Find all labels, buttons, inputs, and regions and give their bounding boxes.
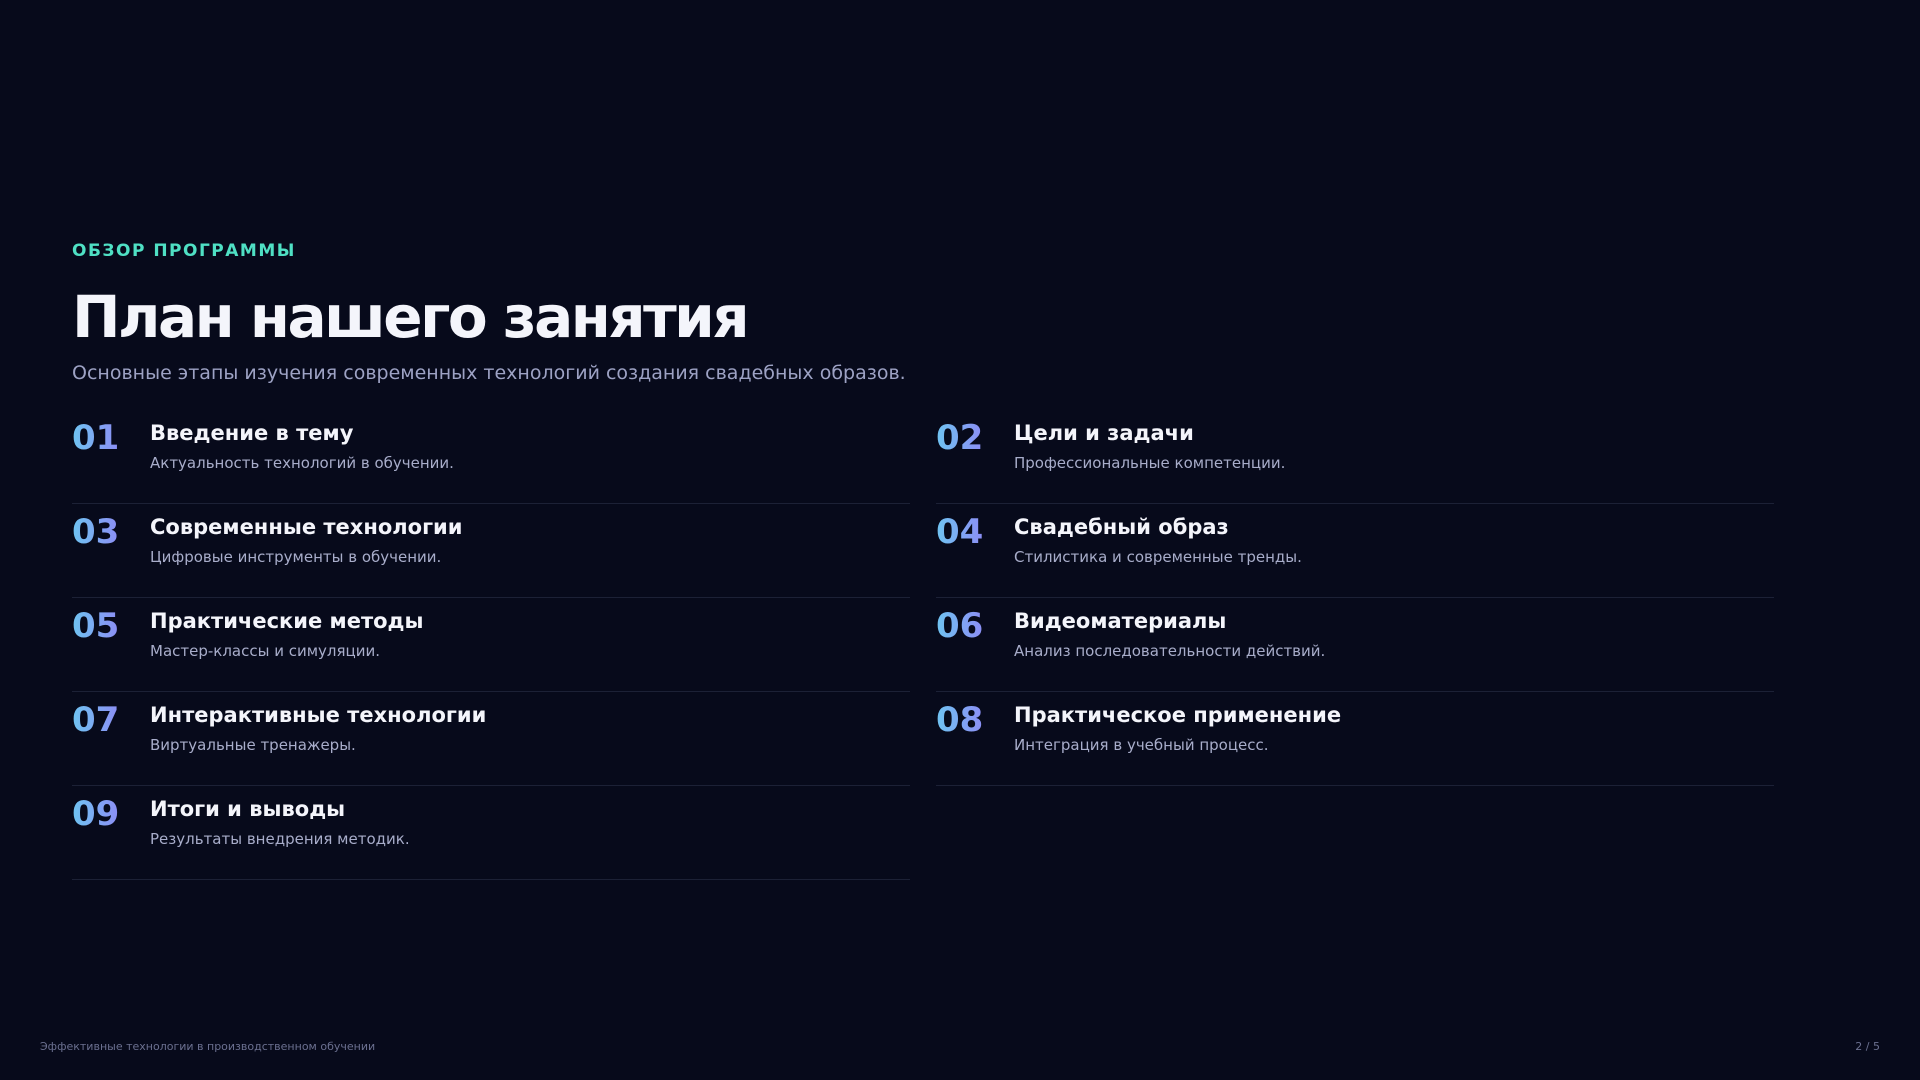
agenda-item: 07 Интерактивные технологии Виртуальные … [72,692,910,786]
agenda-item-title: Практическое применение [1014,703,1342,727]
agenda-item-number: 05 [72,606,120,646]
agenda-item-number: 04 [936,512,984,552]
agenda-item-title: Современные технологии [150,515,463,539]
section-eyebrow: ОБЗОР ПРОГРАММЫ [72,241,296,261]
agenda-item-title: Введение в тему [150,421,354,445]
agenda-item-description: Актуальность технологий в обучении. [150,454,454,472]
agenda-item-number: 08 [936,700,984,740]
agenda-item-description: Виртуальные тренажеры. [150,736,356,754]
agenda-item-title: Итоги и выводы [150,797,346,821]
agenda-item-number: 06 [936,606,984,646]
agenda-item: 06 Видеоматериалы Анализ последовательно… [936,598,1774,692]
agenda-item: 04 Свадебный образ Стилистика и современ… [936,504,1774,598]
page-indicator: 2 / 5 [1855,1040,1880,1053]
agenda-item-number: 01 [72,418,120,458]
agenda-item-title: Цели и задачи [1014,421,1194,445]
agenda-item: 05 Практические методы Мастер-классы и с… [72,598,910,692]
agenda-item-description: Анализ последовательности действий. [1014,642,1326,660]
agenda-item-description: Цифровые инструменты в обучении. [150,548,442,566]
agenda-item-title: Свадебный образ [1014,515,1229,539]
slide-subtitle: Основные этапы изучения современных техн… [72,362,906,384]
agenda-item-description: Интеграция в учебный процесс. [1014,736,1269,754]
agenda-item: 01 Введение в тему Актуальность технолог… [72,410,910,504]
agenda-item-title: Интерактивные технологии [150,703,487,727]
agenda-item: 02 Цели и задачи Профессиональные компет… [936,410,1774,504]
slide-content: ОБЗОР ПРОГРАММЫ План нашего занятия Осно… [72,240,1774,880]
agenda-item-number: 09 [72,794,120,834]
agenda-item: 09 Итоги и выводы Результаты внедрения м… [72,786,910,880]
agenda-item-description: Результаты внедрения методик. [150,830,410,848]
agenda-item-description: Профессиональные компетенции. [1014,454,1286,472]
slide-title: План нашего занятия [72,283,750,351]
agenda-item-number: 07 [72,700,120,740]
agenda-item-description: Мастер-классы и симуляции. [150,642,381,660]
footer-course-name: Эффективные технологии в производственно… [40,1040,376,1053]
agenda-item: 08 Практическое применение Интеграция в … [936,692,1774,786]
agenda-item: 03 Современные технологии Цифровые инстр… [72,504,910,598]
agenda-item-description: Стилистика и современные тренды. [1014,548,1302,566]
agenda-item-title: Практические методы [150,609,424,633]
agenda-item-number: 02 [936,418,984,458]
agenda-item-number: 03 [72,512,120,552]
agenda-item-title: Видеоматериалы [1014,609,1227,633]
